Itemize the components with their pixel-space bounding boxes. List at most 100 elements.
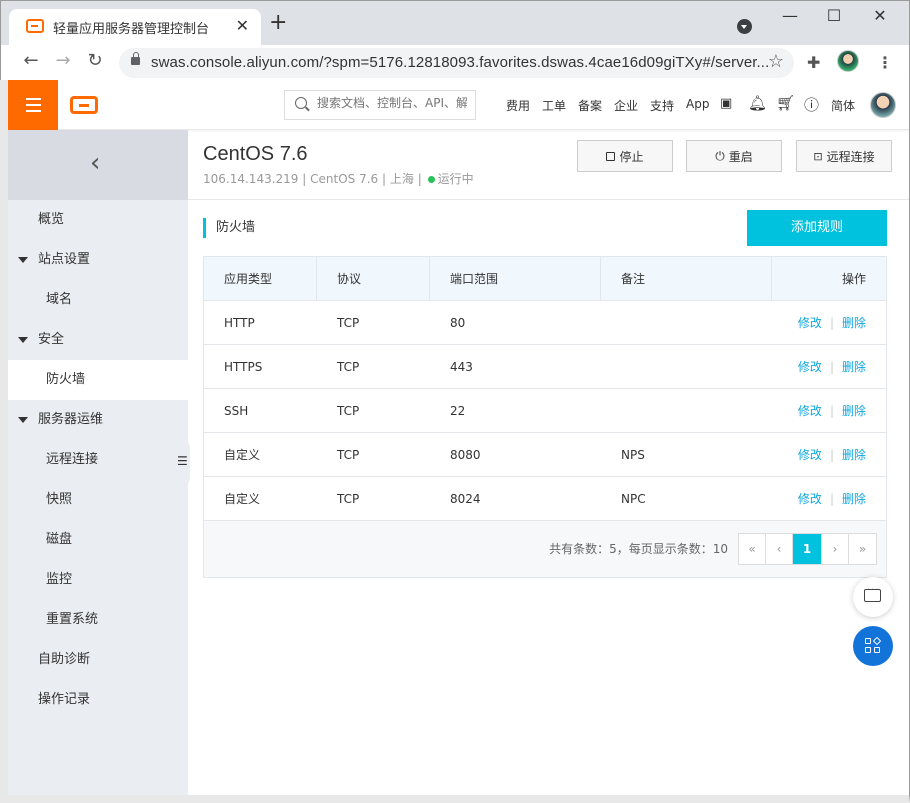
nav-support[interactable]: 支持: [650, 97, 674, 114]
notification-bell-icon[interactable]: 🔔︎: [748, 94, 767, 112]
table-row: 自定义 TCP 8080 NPS 修改 | 删除: [204, 433, 886, 477]
new-tab-button[interactable]: +: [269, 12, 287, 34]
window-close-button[interactable]: ✕: [870, 6, 890, 25]
hamburger-menu-icon[interactable]: [8, 80, 58, 130]
nav-app[interactable]: App: [686, 97, 709, 111]
remote-connect-button[interactable]: ⊡ 远程连接: [796, 140, 892, 172]
column-header-port: 端口范围: [430, 257, 601, 301]
tab-close-icon[interactable]: ✕: [236, 16, 249, 35]
meta-separator: |: [417, 172, 422, 186]
page-number-button[interactable]: 1: [793, 534, 822, 564]
address-bar[interactable]: swas.console.aliyun.com/?spm=5176.128180…: [119, 48, 794, 78]
quick-apps-button[interactable]: [853, 626, 893, 666]
edit-link[interactable]: 修改: [798, 360, 822, 374]
delete-link[interactable]: 删除: [842, 316, 866, 330]
back-arrow-icon[interactable]: ←: [19, 50, 43, 71]
forward-arrow-icon[interactable]: →: [51, 50, 75, 71]
add-rule-button[interactable]: 添加规则: [747, 210, 887, 246]
column-header-actions: 操作: [841, 272, 866, 286]
meta-separator: |: [382, 172, 387, 186]
browser-profile-avatar[interactable]: [837, 50, 859, 72]
first-page-button[interactable]: «: [739, 534, 766, 564]
delete-link[interactable]: 删除: [842, 404, 866, 418]
caret-down-icon: [18, 417, 28, 423]
bookmark-star-icon[interactable]: ☆: [768, 51, 784, 72]
stop-button[interactable]: 停止: [577, 140, 673, 172]
browser-tab[interactable]: 轻量应用服务器管理控制台 ✕: [9, 9, 261, 46]
tab-search-icon[interactable]: [737, 19, 752, 34]
action-separator: |: [829, 360, 834, 374]
action-separator: |: [829, 492, 834, 506]
sidebar-back-button[interactable]: ‹: [8, 130, 188, 200]
edit-link[interactable]: 修改: [798, 316, 822, 330]
cell-type: 自定义: [224, 448, 261, 462]
sidebar-group-security[interactable]: 安全: [8, 320, 188, 360]
sidebar-group-server-ops[interactable]: 服务器运维: [8, 400, 188, 440]
chat-bubble-icon: [864, 585, 881, 602]
edit-link[interactable]: 修改: [798, 448, 822, 462]
sidebar-item-self-diagnose[interactable]: 自助诊断: [8, 640, 188, 680]
chevron-left-icon: ‹: [90, 148, 101, 178]
cell-type: HTTPS: [224, 360, 263, 374]
nav-icp[interactable]: 备案: [578, 97, 602, 114]
sidebar-item-monitor[interactable]: 监控: [8, 560, 188, 600]
section-title: 防火墙: [203, 218, 255, 238]
search-input[interactable]: [317, 96, 467, 110]
extensions-puzzle-icon[interactable]: ✚: [807, 53, 820, 72]
cell-port: 443: [450, 360, 473, 374]
next-page-button[interactable]: ›: [822, 534, 849, 564]
sidebar-item-reset-system[interactable]: 重置系统: [8, 600, 188, 640]
restart-button[interactable]: ⏻ 重启: [686, 140, 782, 172]
window-minimize-button[interactable]: —: [780, 6, 800, 25]
nav-billing[interactable]: 费用: [506, 97, 530, 114]
delete-link[interactable]: 删除: [842, 360, 866, 374]
user-avatar[interactable]: [870, 92, 896, 118]
sidebar-item-operation-log[interactable]: 操作记录: [8, 680, 188, 720]
window-maximize-button[interactable]: ☐: [824, 6, 844, 25]
nav-tickets[interactable]: 工单: [542, 97, 566, 114]
instance-os: CentOS 7.6: [310, 172, 379, 186]
sidebar-group-site-settings[interactable]: 站点设置: [8, 240, 188, 280]
sidebar-group-label: 站点设置: [38, 252, 91, 267]
edit-link[interactable]: 修改: [798, 492, 822, 506]
lock-icon: [131, 52, 140, 65]
prev-page-button[interactable]: ‹: [766, 534, 793, 564]
sidebar-item-overview[interactable]: 概览: [8, 200, 188, 240]
sidebar-item-firewall[interactable]: 防火墙: [8, 360, 188, 400]
cloud-shell-icon[interactable]: ▣: [720, 96, 732, 111]
cart-icon[interactable]: 🛒︎: [776, 94, 795, 112]
cell-protocol: TCP: [337, 492, 360, 506]
aliyun-logo-icon[interactable]: [70, 96, 98, 114]
cell-protocol: TCP: [337, 448, 360, 462]
instance-header: CentOS 7.6 106.14.143.219 | CentOS 7.6 |…: [188, 130, 909, 200]
console-topbar: 费用 工单 备案 企业 支持 App ▣ 🔔︎ 🛒︎ ⓘ 简体: [8, 80, 909, 130]
sidebar-item-remote[interactable]: 远程连接: [8, 440, 188, 480]
cell-note: [601, 345, 621, 389]
cell-type: SSH: [224, 404, 249, 418]
delete-link[interactable]: 删除: [842, 492, 866, 506]
caret-down-icon: [18, 257, 28, 263]
delete-link[interactable]: 删除: [842, 448, 866, 462]
sidebar-toggle[interactable]: ☰: [174, 440, 190, 486]
reload-icon[interactable]: ↻: [83, 50, 107, 71]
sidebar-item-domain[interactable]: 域名: [8, 280, 188, 320]
column-header-protocol: 协议: [317, 257, 430, 301]
cell-port: 22: [450, 404, 466, 418]
help-icon[interactable]: ⓘ: [804, 94, 819, 115]
table-footer: 共有条数：5，每页显示条数：10 « ‹ 1 › »: [204, 521, 886, 577]
restart-label: 重启: [728, 149, 753, 164]
cell-port: 8024: [450, 492, 481, 506]
global-search[interactable]: [284, 90, 476, 120]
nav-enterprise[interactable]: 企业: [614, 97, 638, 114]
row-actions: 修改 | 删除: [798, 477, 866, 521]
language-switch[interactable]: 简体: [831, 97, 855, 114]
sidebar-item-disk[interactable]: 磁盘: [8, 520, 188, 560]
sidebar: ‹ 概览 站点设置 域名 安全 防火墙 服务器运维 远程连接 快照 磁盘 监控 …: [8, 130, 188, 795]
cell-protocol: TCP: [337, 360, 360, 374]
edit-link[interactable]: 修改: [798, 404, 822, 418]
last-page-button[interactable]: »: [849, 534, 876, 564]
apps-grid-icon: [865, 636, 882, 654]
feedback-chat-button[interactable]: [853, 577, 893, 617]
sidebar-item-snapshot[interactable]: 快照: [8, 480, 188, 520]
browser-menu-kebab-icon[interactable]: ⋮: [877, 53, 893, 72]
